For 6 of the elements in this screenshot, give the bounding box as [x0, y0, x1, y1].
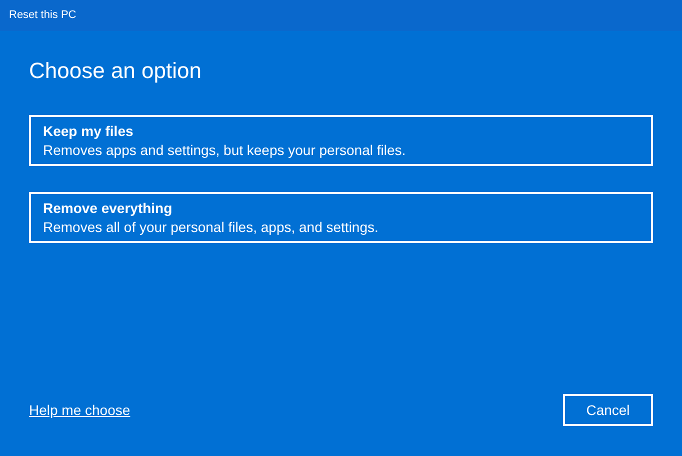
dialog-heading: Choose an option: [29, 57, 202, 85]
cancel-button[interactable]: Cancel: [563, 394, 653, 426]
help-link[interactable]: Help me choose: [29, 400, 130, 420]
option-button[interactable]: Remove everything Removes all of your personal files, apps, and settings.: [29, 192, 653, 243]
option-button[interactable]: Keep my files Removes apps and settings, but keeps your personal files.: [29, 115, 653, 166]
window-title: Reset this PC: [9, 8, 76, 24]
